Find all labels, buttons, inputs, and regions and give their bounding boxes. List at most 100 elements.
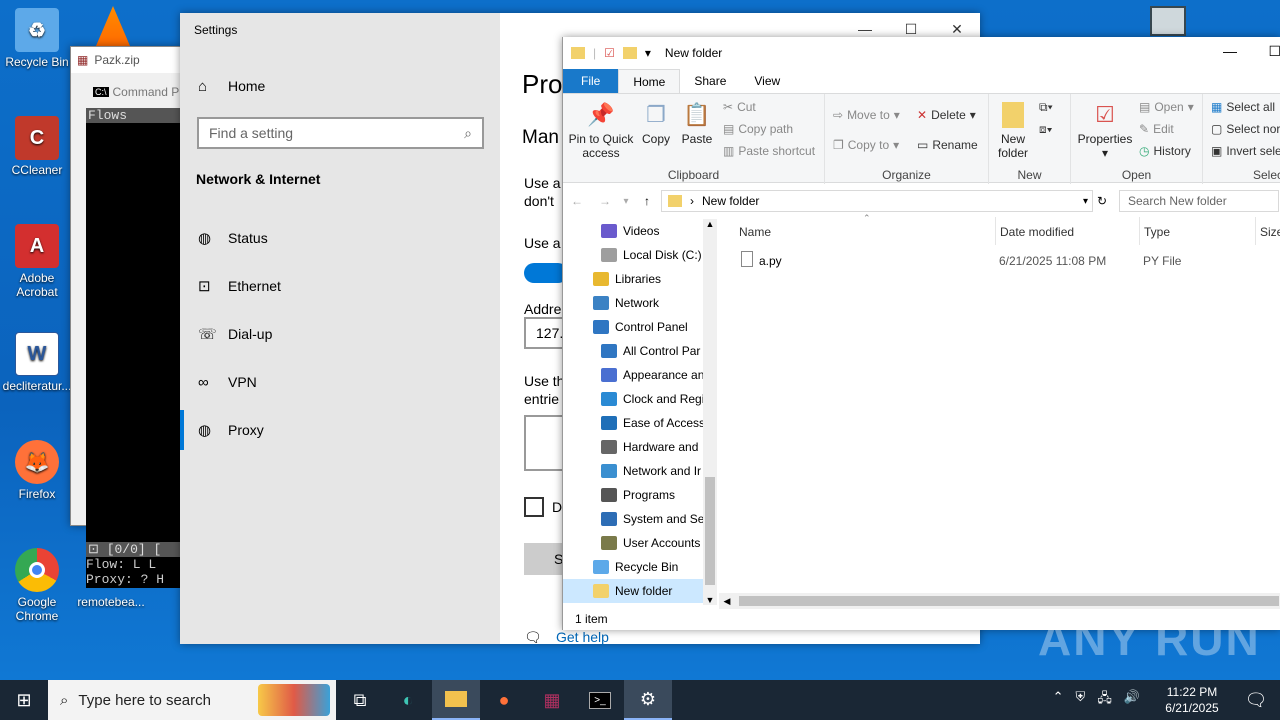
scroll-left-icon[interactable]: ◀ [719, 596, 735, 607]
tree-item[interactable]: Control Panel [593, 315, 688, 339]
get-help-link[interactable]: Get help [556, 629, 609, 645]
winrar-titlebar[interactable]: ▦ Pazk.zip [71, 47, 181, 73]
rename-button[interactable]: ▭ Rename [917, 138, 978, 152]
desktop-icon-word-doc[interactable]: W decliteratur... [0, 332, 74, 393]
desktop-icon-recycle-bin[interactable]: ♻ Recycle Bin [0, 8, 74, 69]
copy-to-button[interactable]: ❐ Copy to ▾ [833, 138, 899, 152]
tree-item[interactable]: Appearance an [601, 363, 704, 387]
tree-item[interactable]: Hardware and [601, 435, 698, 459]
scroll-thumb[interactable] [705, 477, 715, 585]
delete-button[interactable]: ✕ Delete ▾ [917, 108, 976, 122]
nav-home[interactable]: ⌂ Home [180, 66, 500, 106]
tree-item[interactable]: Network [593, 291, 659, 315]
desktop-icon-chrome[interactable]: Google Chrome [0, 548, 74, 623]
chevron-up-icon[interactable]: ⌃ [1053, 689, 1064, 711]
taskbar-edge[interactable]: ◐ [384, 680, 432, 720]
start-button[interactable]: ⊞ [0, 680, 48, 720]
explorer-search-input[interactable]: Search New folder [1119, 190, 1279, 212]
tree-item[interactable]: System and Se [601, 507, 704, 531]
explorer-titlebar[interactable]: | ☑ ▾ New folder — ☐ [563, 37, 1280, 69]
nav-vpn[interactable]: ∞ VPN [180, 362, 500, 402]
taskbar-winrar[interactable]: ▦ [528, 680, 576, 720]
edit-button[interactable]: ✎ Edit [1139, 122, 1174, 136]
scroll-down-icon[interactable]: ▼ [703, 595, 717, 605]
new-item-button[interactable]: ⧉▾ [1039, 100, 1053, 115]
desktop-icon-ccleaner[interactable]: C CCleaner [0, 116, 74, 177]
tree-scrollbar[interactable]: ▲ ▼ [703, 219, 717, 605]
pin-quick-access-button[interactable]: 📌 Pin to Quick access [567, 100, 635, 160]
computer-icon[interactable] [1150, 6, 1186, 36]
cut-button[interactable]: ✂ Cut [723, 100, 756, 114]
tree-item[interactable]: Clock and Regi [601, 387, 704, 411]
invert-selection-button[interactable]: ▣ Invert sele [1211, 144, 1280, 158]
nav-dialup[interactable]: ☏ Dial-up [180, 314, 500, 354]
copy-button[interactable]: ❐ Copy [639, 100, 673, 146]
taskbar-firefox[interactable]: ● [480, 680, 528, 720]
nav-proxy[interactable]: ◍ Proxy [180, 410, 500, 450]
cmd-titlebar[interactable]: C:\ Command P [87, 81, 183, 103]
tree-item[interactable]: User Accounts [601, 531, 700, 555]
tab-share[interactable]: Share [680, 69, 740, 93]
tree-item[interactable]: All Control Par [601, 339, 700, 363]
taskbar-settings[interactable]: ⚙ [624, 680, 672, 720]
column-size[interactable]: Size [1255, 217, 1280, 245]
column-name[interactable]: Name [739, 225, 771, 239]
vlc-icon[interactable] [96, 6, 130, 46]
select-none-button[interactable]: ▢ Select nor [1211, 122, 1280, 136]
column-date-modified[interactable]: Date modified [995, 217, 1078, 245]
clock[interactable]: 11:22 PM 6/21/2025 [1152, 684, 1232, 716]
notifications-button[interactable]: 🗨 [1232, 680, 1280, 720]
tab-home[interactable]: Home [618, 69, 681, 93]
tree-item[interactable]: Network and Ir [601, 459, 701, 483]
file-row[interactable]: a.py 6/21/2025 11:08 PM PY File [739, 251, 1239, 271]
new-folder-qa-icon[interactable] [622, 47, 637, 59]
recent-locations-button[interactable]: ▾ [619, 196, 633, 207]
refresh-button[interactable]: ↻ [1093, 194, 1111, 208]
tree-item[interactable]: Programs [601, 483, 675, 507]
scroll-up-icon[interactable]: ▲ [703, 219, 717, 229]
up-button[interactable]: ↑ [633, 194, 661, 208]
tab-file[interactable]: File [563, 69, 619, 93]
settings-search-input[interactable]: Find a setting ⌕ [197, 117, 484, 149]
nav-status[interactable]: ◍ Status [180, 218, 500, 258]
network-icon[interactable]: 🖧 [1097, 689, 1112, 711]
chevron-down-icon[interactable]: ▾ [645, 46, 651, 60]
tree-item[interactable]: Recycle Bin [593, 555, 678, 579]
taskbar-file-explorer[interactable] [432, 680, 480, 720]
desktop-icon-acrobat[interactable]: A Adobe Acrobat [0, 224, 74, 299]
properties-qa-icon[interactable]: ☑ [604, 46, 615, 60]
copy-path-button[interactable]: ▤ Copy path [723, 122, 793, 136]
history-button[interactable]: ◷ History [1139, 144, 1191, 158]
tree-item[interactable]: Ease of Access [601, 411, 705, 435]
forward-button[interactable]: → [591, 194, 619, 208]
move-to-button[interactable]: ⇨ Move to ▾ [833, 108, 900, 122]
explorer-window[interactable]: | ☑ ▾ New folder — ☐ File Home Share Vie… [562, 37, 1280, 630]
select-all-button[interactable]: ▦ Select all [1211, 100, 1275, 114]
horizontal-scrollbar[interactable]: ◀ [719, 593, 1280, 609]
easy-access-button[interactable]: ⧈▾ [1039, 122, 1053, 137]
new-folder-button[interactable]: New folder [993, 100, 1033, 160]
taskbar-search-box[interactable]: ⌕ Type here to search [48, 680, 336, 720]
paste-shortcut-button[interactable]: ▥ Paste shortcut [723, 144, 815, 158]
desktop-icon-firefox[interactable]: 🦊 Firefox [0, 440, 74, 501]
h-scroll-thumb[interactable] [739, 596, 1279, 606]
address-bar[interactable]: › New folder ▾ [661, 190, 1093, 212]
tree-item[interactable]: Local Disk (C:) [601, 243, 702, 267]
chevron-down-icon[interactable]: ▾ [1083, 196, 1088, 207]
tab-view[interactable]: View [740, 69, 794, 93]
volume-icon[interactable]: 🔊 [1124, 689, 1140, 711]
minimize-button[interactable]: — [1223, 43, 1237, 59]
tree-item[interactable]: New folder [563, 579, 703, 603]
paste-button[interactable]: 📋 Paste [679, 100, 715, 146]
maximize-button[interactable]: ☐ [1268, 43, 1280, 60]
task-view-button[interactable]: ⧉ [336, 680, 384, 720]
properties-button[interactable]: ☑ Properties ▾ [1077, 100, 1133, 160]
cmd-console[interactable]: Flows ⊡ [0/0] [ Flow: L L Proxy: ? H [86, 108, 180, 588]
column-type[interactable]: Type [1139, 217, 1174, 245]
defender-icon[interactable]: ⛨ [1076, 689, 1086, 711]
open-button[interactable]: ▤ Open ▾ [1139, 100, 1194, 114]
taskbar-cmd[interactable]: >_ [576, 680, 624, 720]
local-address-checkbox[interactable] [524, 497, 544, 517]
nav-ethernet[interactable]: ⊡ Ethernet [180, 266, 500, 306]
tree-item[interactable]: Videos [601, 219, 659, 243]
